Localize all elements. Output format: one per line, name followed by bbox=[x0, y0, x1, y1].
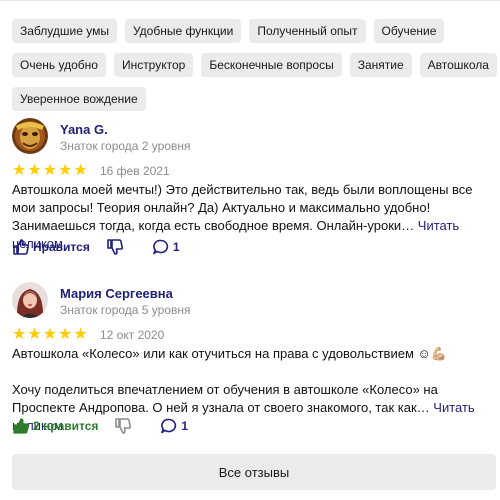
avatar[interactable] bbox=[12, 282, 48, 318]
author-level: Знаток города 5 уровня bbox=[60, 303, 191, 317]
review-date: 16 фев 2021 bbox=[100, 164, 170, 178]
tag-chip[interactable]: Заблудшие умы bbox=[12, 19, 117, 43]
author-level: Знаток города 2 уровня bbox=[60, 139, 191, 153]
thumbs-up-icon bbox=[13, 239, 30, 255]
thumbs-down-icon bbox=[107, 239, 123, 255]
tag-row: Заблудшие умы Удобные функции Полученный… bbox=[12, 19, 492, 43]
tag-row: Уверенное вождение bbox=[12, 87, 492, 111]
avatar[interactable] bbox=[12, 118, 48, 154]
like-label: Нравится bbox=[33, 240, 90, 254]
comments-button[interactable]: 1 bbox=[152, 238, 180, 256]
star-icon: ★ bbox=[27, 162, 42, 179]
comment-icon bbox=[153, 239, 169, 255]
thumbs-up-icon bbox=[13, 418, 29, 434]
like-label: 2 нравится bbox=[33, 419, 99, 433]
tag-chip[interactable]: Автошкола bbox=[419, 53, 497, 77]
dislike-button[interactable] bbox=[106, 238, 124, 256]
review-actions: Нравится 1 bbox=[12, 238, 180, 256]
author-name[interactable]: Yana G. bbox=[60, 122, 108, 137]
star-icon: ★ bbox=[27, 326, 42, 343]
review-date: 12 окт 2020 bbox=[100, 328, 165, 342]
review-tags: Заблудшие умы Удобные функции Полученный… bbox=[12, 19, 497, 121]
star-icon: ★ bbox=[58, 162, 73, 179]
author-name[interactable]: Мария Сергеевна bbox=[60, 286, 173, 301]
review-body: Хочу поделиться впечатлением от обучения… bbox=[12, 382, 438, 415]
all-reviews-button[interactable]: Все отзывы bbox=[12, 454, 496, 490]
star-icon: ★ bbox=[42, 326, 58, 343]
star-icon: ★ bbox=[73, 326, 88, 343]
tag-chip[interactable]: Инструктор bbox=[113, 53, 194, 77]
comment-count: 1 bbox=[172, 240, 180, 254]
tag-chip[interactable]: Обучение bbox=[373, 19, 445, 43]
top-divider bbox=[0, 0, 500, 1]
star-icon: ★ bbox=[58, 326, 73, 343]
thumbs-down-icon bbox=[115, 418, 132, 434]
review-actions: 2 нравится 1 bbox=[12, 417, 188, 435]
rating-stars: ★ ★ ★ ★ ★ bbox=[12, 163, 88, 179]
tag-chip[interactable]: Уверенное вождение bbox=[12, 87, 146, 111]
like-button[interactable]: 2 нравится bbox=[12, 417, 98, 435]
comment-count: 1 bbox=[181, 419, 189, 433]
star-icon: ★ bbox=[73, 162, 88, 179]
tag-chip[interactable]: Очень удобно bbox=[12, 53, 106, 77]
comment-icon bbox=[161, 418, 177, 434]
tag-chip[interactable]: Бесконечные вопросы bbox=[201, 53, 342, 77]
tag-row: Очень удобно Инструктор Бесконечные вопр… bbox=[12, 53, 497, 77]
review-body: Автошкола моей мечты!) Это действительно… bbox=[12, 182, 473, 233]
rating-stars: ★ ★ ★ ★ ★ bbox=[12, 327, 88, 343]
like-button[interactable]: Нравится bbox=[12, 238, 90, 256]
star-icon: ★ bbox=[12, 326, 27, 343]
star-icon: ★ bbox=[42, 162, 58, 179]
review-paragraph: Автошкола «Колесо» или как отучиться на … bbox=[12, 346, 447, 361]
tag-chip[interactable]: Полученный опыт bbox=[249, 19, 366, 43]
tag-chip[interactable]: Занятие bbox=[349, 53, 412, 77]
dislike-button[interactable] bbox=[114, 417, 132, 435]
star-icon: ★ bbox=[12, 162, 27, 179]
tag-chip[interactable]: Удобные функции bbox=[124, 19, 242, 43]
comments-button[interactable]: 1 bbox=[160, 417, 188, 435]
